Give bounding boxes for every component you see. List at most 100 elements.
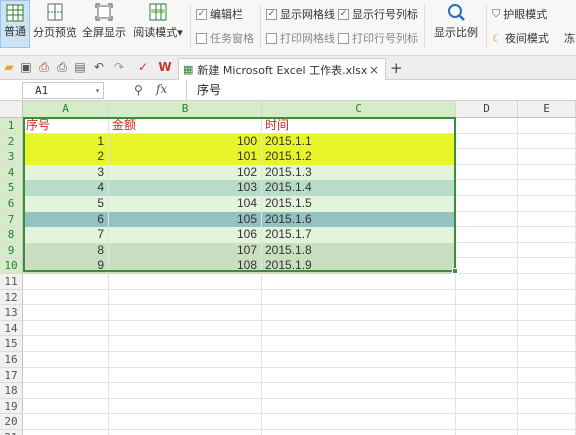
grid-cell[interactable]: 2015.1.5	[262, 196, 456, 212]
grid-cell[interactable]: 6	[23, 211, 109, 228]
grid-cell[interactable]: 1	[23, 133, 109, 150]
grid-cell[interactable]	[518, 149, 576, 165]
row-header[interactable]: 16	[0, 352, 23, 368]
print-preview-icon[interactable]: ▤	[73, 60, 87, 74]
grid-cell[interactable]	[518, 430, 576, 435]
full-screen-button[interactable]: 全屏显示	[80, 0, 128, 48]
grid-cell[interactable]	[456, 336, 518, 352]
grid-cell[interactable]: 4	[23, 180, 109, 196]
show-gridlines-checkbox[interactable]: ✓ 显示网格线	[266, 6, 335, 22]
row-header[interactable]: 3	[0, 149, 23, 165]
grid-cell[interactable]: 106	[109, 227, 262, 243]
select-all-corner[interactable]	[0, 101, 23, 118]
grid-cell[interactable]	[518, 320, 576, 337]
grid-cell[interactable]	[109, 274, 262, 290]
grid-cell[interactable]	[456, 227, 518, 243]
grid-cell[interactable]: 金额	[109, 118, 262, 134]
grid-cell[interactable]	[23, 305, 109, 321]
grid-cell[interactable]	[23, 398, 109, 415]
grid-cell[interactable]: 9	[23, 258, 109, 274]
grid-cell[interactable]: 5	[23, 196, 109, 212]
grid-cell[interactable]	[456, 398, 518, 415]
export-pdf-icon[interactable]: ⎙	[37, 60, 51, 74]
open-folder-icon[interactable]: ▰	[2, 60, 16, 74]
grid-cell[interactable]: 2015.1.2	[262, 149, 456, 165]
freeze-button[interactable]: 冻	[564, 30, 575, 46]
row-header[interactable]: 8	[0, 227, 23, 243]
grid-cell[interactable]	[518, 367, 576, 384]
grid-cell[interactable]	[456, 149, 518, 165]
row-header[interactable]: 1	[0, 118, 23, 134]
grid-cell[interactable]	[456, 196, 518, 212]
row-header[interactable]: 15	[0, 336, 23, 352]
grid-cell[interactable]	[23, 367, 109, 384]
chevron-down-icon[interactable]: ▾	[95, 83, 100, 98]
grid-cell[interactable]	[456, 133, 518, 150]
undo-icon[interactable]: ↶	[92, 60, 106, 74]
column-header[interactable]: B	[109, 101, 262, 118]
grid-cell[interactable]	[456, 430, 518, 435]
grid-cell[interactable]	[23, 274, 109, 290]
zoom-icon[interactable]: ⚲	[134, 83, 143, 97]
normal-view-button[interactable]: 普通	[0, 0, 30, 48]
grid-cell[interactable]	[518, 118, 576, 134]
grid-cell[interactable]: 101	[109, 149, 262, 165]
grid-cell[interactable]: 2015.1.7	[262, 227, 456, 243]
grid-cell[interactable]	[23, 289, 109, 306]
grid-cell[interactable]: 2015.1.8	[262, 242, 456, 259]
grid-cell[interactable]: 2015.1.1	[262, 133, 456, 150]
grid-cell[interactable]	[109, 383, 262, 399]
grid-cell[interactable]	[456, 383, 518, 399]
grid-cell[interactable]: 104	[109, 196, 262, 212]
grid-cell[interactable]	[456, 352, 518, 368]
grid-cell[interactable]	[518, 274, 576, 290]
show-headings-checkbox[interactable]: ✓ 显示行号列标	[338, 6, 418, 22]
row-header[interactable]: 4	[0, 164, 23, 181]
row-header[interactable]: 13	[0, 305, 23, 321]
grid-cell[interactable]	[518, 414, 576, 430]
row-header[interactable]: 6	[0, 196, 23, 212]
grid-cell[interactable]	[456, 211, 518, 228]
grid-cell[interactable]	[262, 289, 456, 306]
grid-cell[interactable]	[262, 320, 456, 337]
grid-cell[interactable]	[262, 414, 456, 430]
print-icon[interactable]: ⎙	[55, 60, 69, 74]
grid-cell[interactable]: 100	[109, 133, 262, 150]
print-gridlines-checkbox[interactable]: 打印网格线	[266, 30, 335, 46]
grid-cell[interactable]: 时间	[262, 118, 456, 134]
row-header[interactable]: 2	[0, 133, 23, 150]
grid-cell[interactable]	[518, 258, 576, 274]
grid-cell[interactable]	[456, 274, 518, 290]
grid-cell[interactable]	[23, 430, 109, 435]
grid-cell[interactable]: 8	[23, 242, 109, 259]
grid-cell[interactable]	[456, 367, 518, 384]
grid-cell[interactable]	[518, 352, 576, 368]
grid-cell[interactable]	[262, 305, 456, 321]
grid-cell[interactable]	[456, 305, 518, 321]
grid-cell[interactable]	[109, 367, 262, 384]
grid-cell[interactable]	[518, 383, 576, 399]
grid-cell[interactable]	[109, 289, 262, 306]
close-tab-icon[interactable]: ×	[369, 63, 379, 77]
grid-cell[interactable]	[518, 133, 576, 150]
format-painter-icon[interactable]: ✓	[136, 60, 150, 74]
grid-cell[interactable]	[456, 118, 518, 134]
fill-handle[interactable]	[452, 268, 458, 274]
row-header[interactable]: 12	[0, 289, 23, 306]
grid-cell[interactable]	[262, 398, 456, 415]
new-tab-button[interactable]: +	[390, 59, 403, 77]
night-mode-button[interactable]: ☾ 夜间模式	[492, 30, 549, 46]
row-header[interactable]: 18	[0, 383, 23, 399]
insert-function-icon[interactable]: fx	[156, 82, 167, 96]
grid-cell[interactable]	[456, 242, 518, 259]
grid-cell[interactable]	[518, 211, 576, 228]
grid-cell[interactable]: 105	[109, 211, 262, 228]
grid-cell[interactable]: 2	[23, 149, 109, 165]
grid-cell[interactable]: 3	[23, 164, 109, 181]
row-header[interactable]: 10	[0, 258, 23, 274]
eye-protection-button[interactable]: ⛉ 护眼模式	[492, 6, 547, 22]
grid-cell[interactable]	[109, 336, 262, 352]
wps-logo-icon[interactable]: W	[158, 60, 172, 74]
zoom-ratio-button[interactable]: 显示比例	[430, 0, 482, 48]
row-header[interactable]: 17	[0, 367, 23, 384]
